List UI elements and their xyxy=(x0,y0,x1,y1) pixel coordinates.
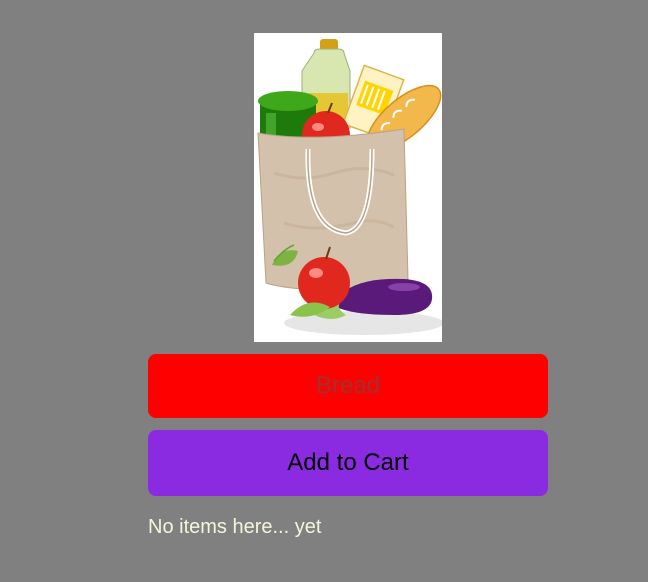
empty-cart-message: No items here... yet xyxy=(148,516,322,538)
item-name-input[interactable] xyxy=(148,354,548,418)
grocery-bag-icon xyxy=(257,39,442,335)
add-to-cart-button[interactable]: Add to Cart xyxy=(148,430,548,496)
grocery-bag-image xyxy=(254,33,442,342)
